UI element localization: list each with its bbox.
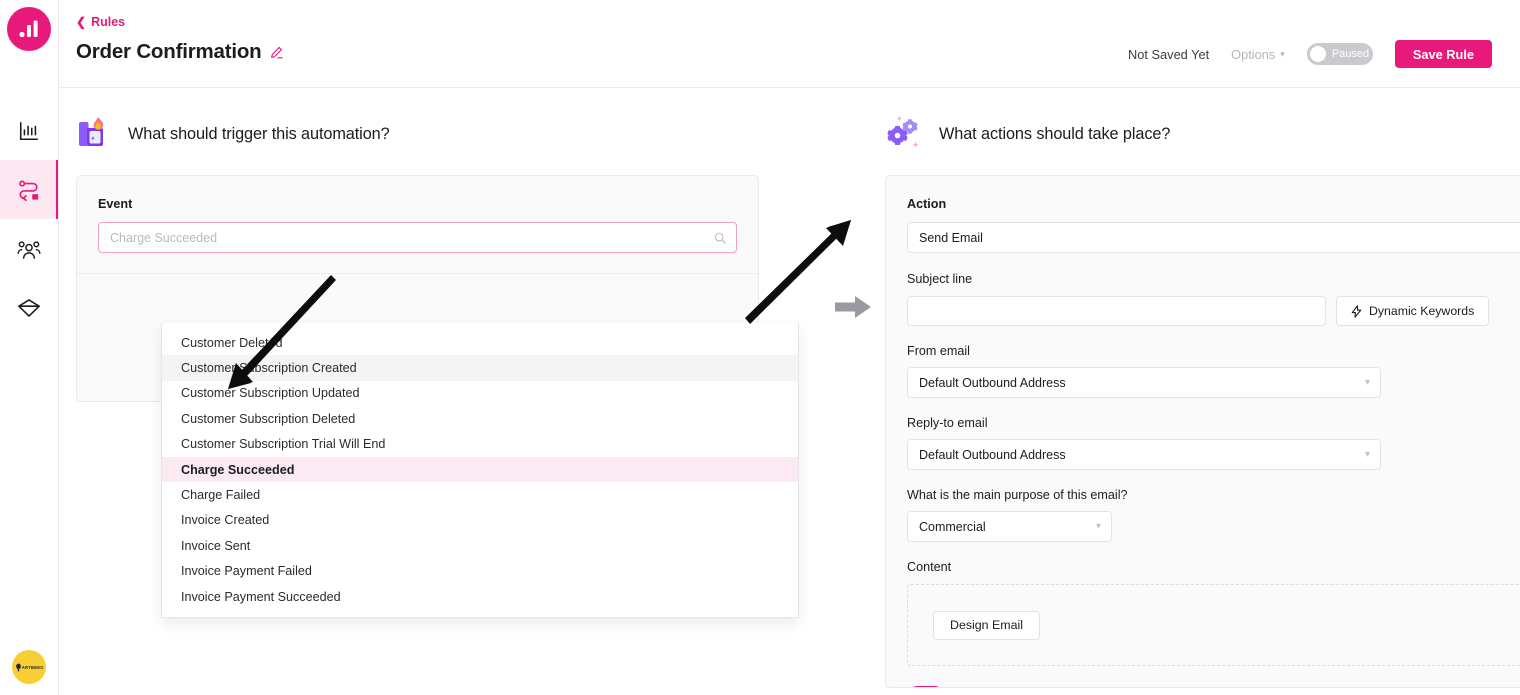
trigger-heading: What should trigger this automation?: [128, 124, 390, 143]
dropdown-option[interactable]: Invoice Payment Succeeded: [162, 584, 798, 609]
sidebar-item-automations[interactable]: [0, 160, 58, 219]
chevron-down-icon: ▾: [1364, 449, 1370, 460]
dropdown-option[interactable]: Invoice Sent: [162, 533, 798, 558]
email-purpose-value: Commercial: [919, 519, 986, 534]
design-email-button[interactable]: Design Email: [933, 610, 1040, 640]
from-email-label: From email: [907, 344, 970, 358]
options-label: Options: [1231, 46, 1276, 62]
event-search-input[interactable]: Charge Succeeded: [98, 222, 737, 253]
email-purpose-label: What is the main purpose of this email?: [907, 488, 1128, 502]
header-actions: Not Saved Yet Options ▾ Paused Save Rule: [1128, 40, 1492, 68]
main-region: ❮ Rules Order Confirmation Not Saved Yet…: [59, 0, 1520, 695]
trigger-section-header: What should trigger this automation?: [76, 114, 822, 154]
sidebar-item-analytics[interactable]: [0, 101, 58, 160]
from-email-value: Default Outbound Address: [919, 375, 1066, 390]
reply-to-email-value: Default Outbound Address: [919, 447, 1066, 462]
save-rule-button[interactable]: Save Rule: [1394, 40, 1492, 68]
action-column: What actions should take place? Action S…: [822, 88, 1520, 695]
chevron-down-icon: ▾: [1364, 377, 1370, 388]
action-section-header: What actions should take place?: [885, 114, 1520, 154]
box-icon: [18, 298, 40, 317]
sidebar-item-audience[interactable]: [0, 219, 58, 278]
resend-row: Resend this email each time this automat…: [907, 686, 1519, 687]
breadcrumb-rules-link[interactable]: ❮ Rules: [76, 15, 125, 29]
search-icon: [714, 232, 726, 244]
dropdown-option[interactable]: Customer Deleted: [162, 330, 798, 355]
rule-builder-body: What should trigger this automation? Eve…: [59, 88, 1520, 695]
save-status-label: Not Saved Yet: [1128, 46, 1210, 62]
dropdown-option[interactable]: Charge Failed: [162, 482, 798, 507]
automation-flow-icon: [19, 180, 39, 201]
resend-toggle[interactable]: [907, 686, 945, 687]
content-label: Content: [907, 560, 952, 574]
flow-arrow-icon: [835, 294, 873, 325]
pause-toggle[interactable]: Paused: [1306, 43, 1373, 65]
artbees-emblem-icon: [16, 663, 21, 671]
options-menu-button[interactable]: Options ▾: [1231, 47, 1285, 62]
app-root: ARTBEES ❮ Rules Order Confirmation Not S: [0, 0, 1520, 695]
event-dropdown-list: Customer Deleted Customer Subscription C…: [161, 323, 799, 619]
from-email-select[interactable]: Default Outbound Address ▾: [907, 367, 1381, 398]
action-type-value: Send Email: [919, 230, 983, 245]
action-card: Action Send Email ▾ Subject line Dynamic…: [885, 175, 1520, 688]
gears-sparkle-icon: [887, 115, 919, 149]
breadcrumb-label: Rules: [91, 15, 126, 29]
dropdown-option[interactable]: Invoice Payment Failed: [162, 559, 798, 584]
dropdown-option[interactable]: Customer Subscription Trial Will End: [162, 432, 798, 457]
page-header: ❮ Rules Order Confirmation Not Saved Yet…: [59, 0, 1520, 88]
action-field-label: Action: [907, 197, 947, 211]
left-nav-sidebar: ARTBEES: [0, 0, 59, 695]
toggle-knob: [1309, 46, 1326, 62]
chevron-down-icon: ▾: [1095, 521, 1101, 532]
event-search-placeholder: Charge Succeeded: [110, 230, 218, 245]
trigger-column: What should trigger this automation? Eve…: [59, 88, 871, 695]
artbees-badge-label: ARTBEES: [21, 664, 44, 670]
subject-line-input[interactable]: [907, 296, 1326, 326]
subject-line-label: Subject line: [907, 272, 973, 286]
artbees-badge[interactable]: ARTBEES: [12, 650, 46, 684]
people-icon: [17, 240, 41, 259]
chevron-down-icon: ▾: [1280, 48, 1285, 59]
dynamic-keywords-button[interactable]: Dynamic Keywords: [1336, 296, 1490, 326]
reply-to-email-select[interactable]: Default Outbound Address ▾: [907, 439, 1381, 470]
chevron-left-icon: ❮: [76, 15, 87, 29]
sidebar-nav: [0, 101, 58, 337]
dropdown-option[interactable]: Invoice Created: [162, 508, 798, 533]
lightning-bolt-icon: [1351, 304, 1362, 318]
content-dropzone: Design Email: [907, 584, 1520, 666]
sidebar-item-products[interactable]: [0, 278, 58, 337]
subject-line-row: Dynamic Keywords: [907, 296, 1519, 326]
bar-chart-logo-icon: [19, 20, 38, 38]
page-title: Order Confirmation: [76, 40, 262, 63]
dropdown-option[interactable]: Customer Subscription Created: [162, 355, 798, 381]
dropdown-option-selected[interactable]: Charge Succeeded: [162, 456, 798, 483]
dynamic-keywords-label: Dynamic Keywords: [1369, 304, 1475, 318]
action-type-select[interactable]: Send Email ▾: [907, 222, 1520, 253]
dropdown-option[interactable]: Customer Subscription Updated: [162, 381, 798, 406]
reply-to-email-label: Reply-to email: [907, 416, 988, 430]
pencil-icon[interactable]: [270, 46, 284, 59]
card-divider: [77, 273, 758, 274]
app-logo[interactable]: [7, 7, 51, 51]
event-field-label: Event: [98, 197, 133, 211]
action-heading: What actions should take place?: [939, 124, 1171, 143]
email-purpose-select[interactable]: Commercial ▾: [907, 511, 1112, 542]
bar-chart-icon: [19, 121, 39, 140]
pause-toggle-label: Paused: [1331, 48, 1370, 60]
lighter-flame-icon: [79, 117, 104, 146]
dropdown-option[interactable]: Customer Subscription Deleted: [162, 406, 798, 431]
